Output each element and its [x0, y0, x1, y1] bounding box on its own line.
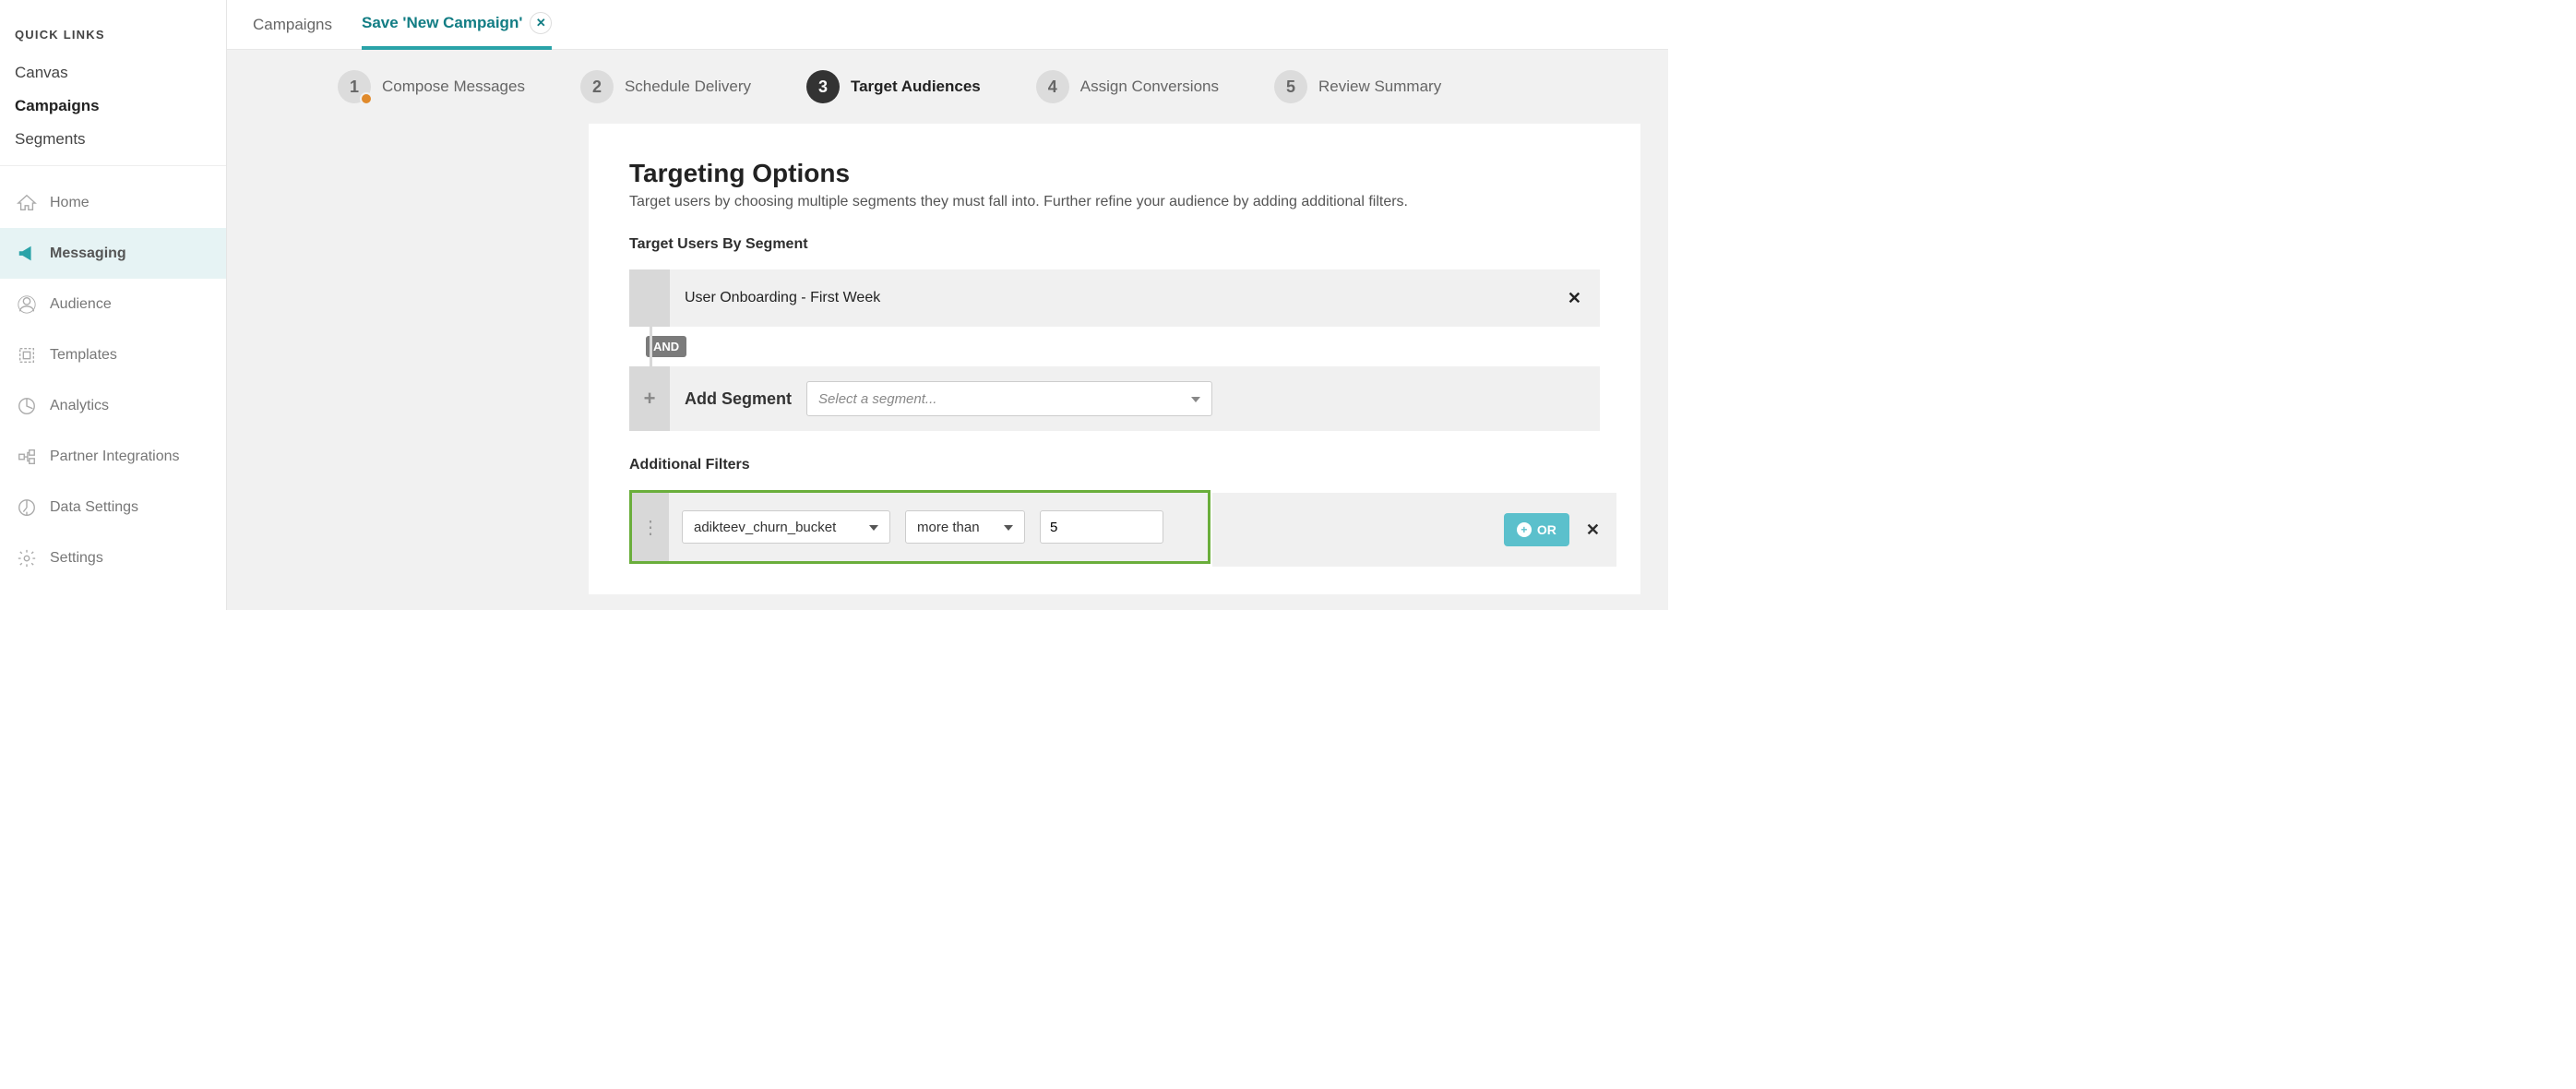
- filter-op-value: more than: [917, 520, 980, 535]
- filter-drag-handle-icon[interactable]: ⋮: [632, 493, 669, 561]
- nav-label: Audience: [50, 296, 112, 313]
- filter-operator-dropdown[interactable]: more than: [905, 510, 1025, 544]
- tab-campaigns[interactable]: Campaigns: [253, 0, 332, 50]
- targeting-card: Targeting Options Target users by choosi…: [589, 124, 1640, 594]
- filter-row: ⋮ adikteev_churn_bucket more than + OR: [629, 490, 1210, 564]
- step-number: 5: [1274, 70, 1307, 103]
- plus-icon[interactable]: +: [629, 366, 670, 431]
- integrations-icon: [17, 447, 37, 467]
- tab-label: Save 'New Campaign': [362, 14, 522, 32]
- home-icon: [17, 193, 37, 213]
- quick-link-canvas[interactable]: Canvas: [15, 56, 211, 90]
- step-number: 1: [338, 70, 371, 103]
- step-number: 2: [580, 70, 614, 103]
- or-label: OR: [1537, 522, 1556, 537]
- nav-label: Analytics: [50, 398, 109, 414]
- step-number: 4: [1036, 70, 1069, 103]
- analytics-icon: [17, 396, 37, 416]
- megaphone-icon: [17, 244, 37, 264]
- add-segment-label: Add Segment: [670, 389, 806, 409]
- filter-value-input[interactable]: [1040, 510, 1163, 544]
- filter-attr-value: adikteev_churn_bucket: [694, 520, 836, 535]
- filters-label: Additional Filters: [629, 457, 1600, 473]
- nav-settings[interactable]: Settings: [0, 533, 226, 583]
- add-segment-row: + Add Segment Select a segment...: [629, 366, 1600, 431]
- step-label: Assign Conversions: [1080, 78, 1219, 96]
- nav-label: Partner Integrations: [50, 449, 180, 465]
- nav-label: Home: [50, 195, 89, 211]
- segments-label: Target Users By Segment: [629, 236, 1600, 253]
- step-review[interactable]: 5 Review Summary: [1274, 70, 1441, 103]
- step-num-text: 1: [350, 78, 359, 97]
- tabs-row: Campaigns Save 'New Campaign' ✕: [227, 0, 1668, 50]
- step-conversions[interactable]: 4 Assign Conversions: [1036, 70, 1219, 103]
- segment-select-dropdown[interactable]: Select a segment...: [806, 381, 1212, 416]
- nav-data-settings[interactable]: Data Settings: [0, 482, 226, 533]
- targeting-heading: Targeting Options: [629, 159, 1600, 188]
- step-label: Schedule Delivery: [625, 78, 751, 96]
- quick-link-campaigns[interactable]: Campaigns: [15, 90, 211, 123]
- nav-messaging[interactable]: Messaging: [0, 228, 226, 279]
- nav-audience[interactable]: Audience: [0, 279, 226, 329]
- gear-icon: [17, 548, 37, 568]
- remove-filter-button[interactable]: ✕: [1586, 521, 1600, 540]
- nav-label: Data Settings: [50, 499, 138, 516]
- nav-analytics[interactable]: Analytics: [0, 380, 226, 431]
- step-number: 3: [806, 70, 840, 103]
- templates-icon: [17, 345, 37, 365]
- nav-label: Templates: [50, 347, 117, 364]
- segment-name: User Onboarding - First Week: [670, 290, 1549, 306]
- step-label: Target Audiences: [851, 78, 981, 96]
- and-pill: AND: [646, 336, 686, 357]
- step-schedule[interactable]: 2 Schedule Delivery: [580, 70, 751, 103]
- targeting-subtext: Target users by choosing multiple segmen…: [629, 194, 1600, 210]
- step-label: Compose Messages: [382, 78, 525, 96]
- step-target[interactable]: 3 Target Audiences: [806, 70, 981, 103]
- plus-circle-icon: +: [1517, 522, 1532, 537]
- nav-partner-integrations[interactable]: Partner Integrations: [0, 431, 226, 482]
- remove-segment-button[interactable]: ✕: [1549, 289, 1600, 308]
- tab-label: Campaigns: [253, 16, 332, 34]
- nav-label: Messaging: [50, 245, 126, 262]
- close-tab-button[interactable]: ✕: [530, 12, 552, 34]
- nav-templates[interactable]: Templates: [0, 329, 226, 380]
- sidebar: QUICK LINKS Canvas Campaigns Segments Ho…: [0, 0, 227, 610]
- tab-new-campaign[interactable]: Save 'New Campaign' ✕: [362, 0, 552, 50]
- step-label: Review Summary: [1318, 78, 1441, 96]
- audience-icon: [17, 294, 37, 315]
- segment-row: User Onboarding - First Week ✕: [629, 269, 1600, 327]
- nav-home[interactable]: Home: [0, 177, 226, 228]
- add-or-button[interactable]: + OR: [1504, 513, 1569, 546]
- step-compose[interactable]: 1 Compose Messages: [338, 70, 525, 103]
- campaign-stepper: 1 Compose Messages 2 Schedule Delivery 3…: [227, 50, 1668, 124]
- warning-icon: [360, 92, 373, 105]
- main-content: Campaigns Save 'New Campaign' ✕ 1 Compos…: [227, 0, 1668, 610]
- filter-attribute-dropdown[interactable]: adikteev_churn_bucket: [682, 510, 890, 544]
- nav-label: Settings: [50, 550, 103, 567]
- quick-link-segments[interactable]: Segments: [15, 123, 211, 156]
- data-icon: [17, 497, 37, 518]
- quick-links-header: QUICK LINKS: [15, 28, 211, 42]
- segment-select-placeholder: Select a segment...: [818, 391, 936, 407]
